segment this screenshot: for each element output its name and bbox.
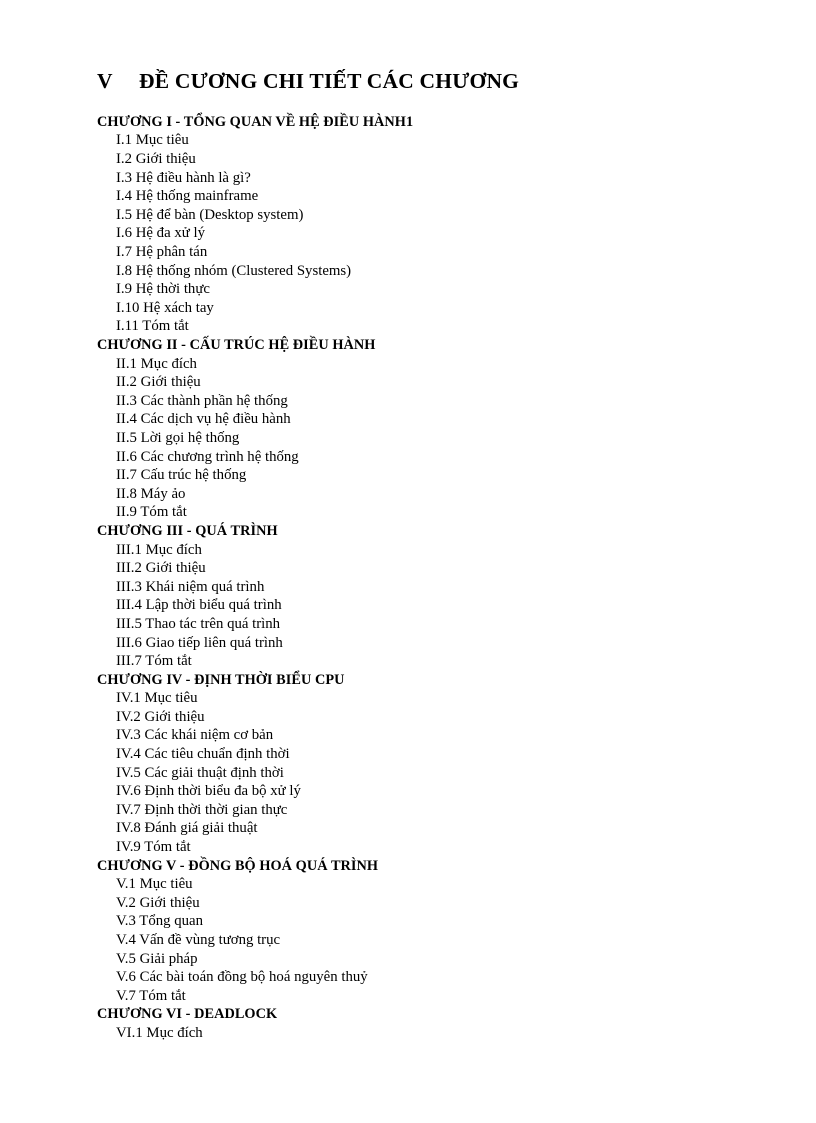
section-item[interactable]: VI.1 Mục đích bbox=[97, 1024, 737, 1043]
section-item[interactable]: III.7 Tóm tắt bbox=[97, 652, 737, 671]
section-item[interactable]: I.1 Mục tiêu bbox=[97, 131, 737, 150]
section-item[interactable]: V.2 Giới thiệu bbox=[97, 894, 737, 913]
section-item[interactable]: III.6 Giao tiếp liên quá trình bbox=[97, 634, 737, 653]
chapter-heading[interactable]: CHƯƠNG VI - DEADLOCK bbox=[97, 1005, 737, 1024]
page-title-text: ĐỀ CƯƠNG CHI TIẾT CÁC CHƯƠNG bbox=[139, 69, 520, 93]
section-item[interactable]: I.6 Hệ đa xử lý bbox=[97, 224, 737, 243]
chapter-block: CHƯƠNG I - TỔNG QUAN VỀ HỆ ĐIỀU HÀNH1 I.1… bbox=[97, 113, 737, 336]
chapter-heading[interactable]: CHƯƠNG V - ĐỒNG BỘ HOÁ QUÁ TRÌNH bbox=[97, 857, 737, 876]
section-item[interactable]: I.3 Hệ điều hành là gì? bbox=[97, 169, 737, 188]
chapter-block: CHƯƠNG IV - ĐỊNH THỜI BIỂU CPU IV.1 Mục t… bbox=[97, 671, 737, 857]
section-item[interactable]: IV.5 Các giải thuật định thời bbox=[97, 764, 737, 783]
section-list: IV.1 Mục tiêu IV.2 Giới thiệu IV.3 Các khá… bbox=[97, 689, 737, 856]
chapter-heading[interactable]: CHƯƠNG III - QUÁ TRÌNH bbox=[97, 522, 737, 541]
section-item[interactable]: V.1 Mục tiêu bbox=[97, 875, 737, 894]
section-item[interactable]: I.11 Tóm tắt bbox=[97, 317, 737, 336]
section-item[interactable]: II.4 Các dịch vụ hệ điều hành bbox=[97, 410, 737, 429]
page-title-numeral: V bbox=[97, 69, 113, 93]
section-list: V.1 Mục tiêu V.2 Giới thiệu V.3 Tổng quan V… bbox=[97, 875, 737, 1005]
section-list: II.1 Mục đích II.2 Giới thiệu II.3 Các thà… bbox=[97, 355, 737, 522]
section-item[interactable]: I.7 Hệ phân tán bbox=[97, 243, 737, 262]
section-item[interactable]: I.2 Giới thiệu bbox=[97, 150, 737, 169]
section-item[interactable]: V.5 Giải pháp bbox=[97, 950, 737, 969]
document-content: V ĐỀ CƯƠNG CHI TIẾT CÁC CHƯƠNG CHƯƠNG I -… bbox=[97, 68, 737, 1043]
document-page: V ĐỀ CƯƠNG CHI TIẾT CÁC CHƯƠNG CHƯƠNG I -… bbox=[0, 0, 816, 1123]
section-item[interactable]: III.4 Lập thời biểu quá trình bbox=[97, 596, 737, 615]
section-item[interactable]: II.3 Các thành phần hệ thống bbox=[97, 392, 737, 411]
section-item[interactable]: IV.9 Tóm tắt bbox=[97, 838, 737, 857]
section-item[interactable]: IV.6 Định thời biểu đa bộ xử lý bbox=[97, 782, 737, 801]
chapter-list: CHƯƠNG I - TỔNG QUAN VỀ HỆ ĐIỀU HÀNH1 I.1… bbox=[97, 113, 737, 1043]
chapter-block: CHƯƠNG VI - DEADLOCK VI.1 Mục đích bbox=[97, 1005, 737, 1042]
chapter-block: CHƯƠNG V - ĐỒNG BỘ HOÁ QUÁ TRÌNH V.1 Mục … bbox=[97, 857, 737, 1006]
section-item[interactable]: IV.1 Mục tiêu bbox=[97, 689, 737, 708]
section-item[interactable]: III.2 Giới thiệu bbox=[97, 559, 737, 578]
section-item[interactable]: IV.7 Định thời thời gian thực bbox=[97, 801, 737, 820]
page-title: V ĐỀ CƯƠNG CHI TIẾT CÁC CHƯƠNG bbox=[97, 68, 737, 95]
section-item[interactable]: II.1 Mục đích bbox=[97, 355, 737, 374]
section-item[interactable]: II.6 Các chương trình hệ thống bbox=[97, 448, 737, 467]
section-item[interactable]: IV.2 Giới thiệu bbox=[97, 708, 737, 727]
section-item[interactable]: III.5 Thao tác trên quá trình bbox=[97, 615, 737, 634]
chapter-heading[interactable]: CHƯƠNG IV - ĐỊNH THỜI BIỂU CPU bbox=[97, 671, 737, 690]
chapter-heading[interactable]: CHƯƠNG I - TỔNG QUAN VỀ HỆ ĐIỀU HÀNH1 bbox=[97, 113, 737, 132]
section-list: VI.1 Mục đích bbox=[97, 1024, 737, 1043]
section-item[interactable]: III.1 Mục đích bbox=[97, 541, 737, 560]
section-item[interactable]: V.3 Tổng quan bbox=[97, 912, 737, 931]
section-item[interactable]: I.9 Hệ thời thực bbox=[97, 280, 737, 299]
section-item[interactable]: IV.8 Đánh giá giải thuật bbox=[97, 819, 737, 838]
section-item[interactable]: II.8 Máy ảo bbox=[97, 485, 737, 504]
section-item[interactable]: I.8 Hệ thống nhóm (Clustered Systems) bbox=[97, 262, 737, 281]
section-list: I.1 Mục tiêu I.2 Giới thiệu I.3 Hệ điều hà… bbox=[97, 131, 737, 336]
section-item[interactable]: IV.4 Các tiêu chuẩn định thời bbox=[97, 745, 737, 764]
section-item[interactable]: I.4 Hệ thống mainframe bbox=[97, 187, 737, 206]
section-item[interactable]: II.7 Cấu trúc hệ thống bbox=[97, 466, 737, 485]
section-item[interactable]: II.2 Giới thiệu bbox=[97, 373, 737, 392]
section-item[interactable]: V.4 Vấn đề vùng tương trục bbox=[97, 931, 737, 950]
chapter-heading[interactable]: CHƯƠNG II - CẤU TRÚC HỆ ĐIỀU HÀNH bbox=[97, 336, 737, 355]
chapter-block: CHƯƠNG II - CẤU TRÚC HỆ ĐIỀU HÀNH II.1 Mụ… bbox=[97, 336, 737, 522]
section-item[interactable]: III.3 Khái niệm quá trình bbox=[97, 578, 737, 597]
section-list: III.1 Mục đích III.2 Giới thiệu III.3 Khái… bbox=[97, 541, 737, 671]
section-item[interactable]: V.6 Các bài toán đồng bộ hoá nguyên thuỷ bbox=[97, 968, 737, 987]
section-item[interactable]: IV.3 Các khái niệm cơ bản bbox=[97, 726, 737, 745]
chapter-block: CHƯƠNG III - QUÁ TRÌNH III.1 Mục đích III.… bbox=[97, 522, 737, 671]
section-item[interactable]: II.9 Tóm tắt bbox=[97, 503, 737, 522]
section-item[interactable]: V.7 Tóm tắt bbox=[97, 987, 737, 1006]
section-item[interactable]: I.10 Hệ xách tay bbox=[97, 299, 737, 318]
section-item[interactable]: I.5 Hệ để bàn (Desktop system) bbox=[97, 206, 737, 225]
section-item[interactable]: II.5 Lời gọi hệ thống bbox=[97, 429, 737, 448]
